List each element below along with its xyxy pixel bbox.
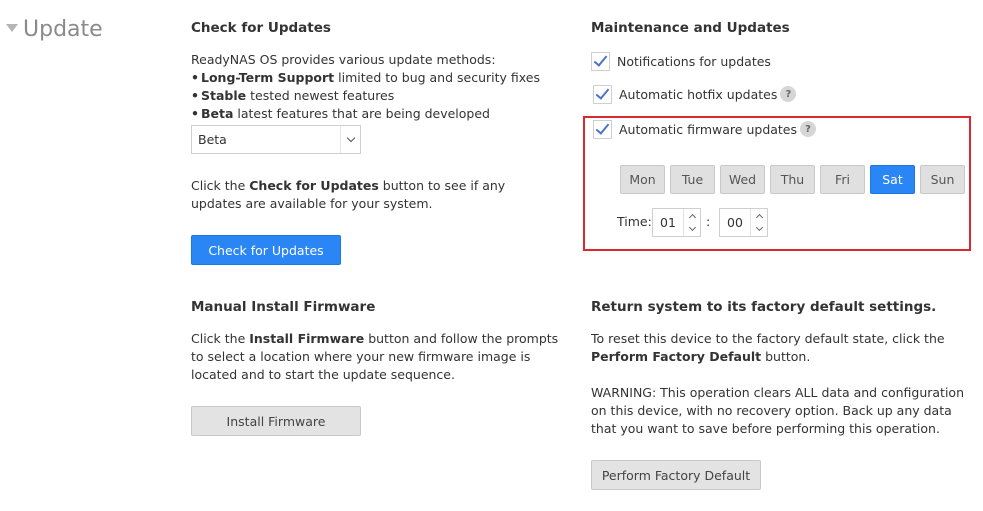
notifications-row[interactable]: Notifications for updates	[591, 50, 771, 72]
time-separator: :	[706, 214, 711, 229]
checkmark-icon	[593, 52, 608, 67]
hotfix-label: Automatic hotfix updates	[619, 86, 778, 102]
notifications-label: Notifications for updates	[617, 53, 771, 69]
maintenance-heading: Maintenance and Updates	[591, 20, 790, 36]
install-firmware-heading: Manual Install Firmware	[191, 299, 376, 315]
factory-default-heading: Return system to its factory default set…	[591, 299, 937, 315]
day-button-fri[interactable]: Fri	[820, 165, 865, 194]
minute-value[interactable]: 00	[720, 209, 750, 236]
method-item-beta: • Beta latest features that are being dev…	[191, 106, 490, 121]
update-methods-intro: ReadyNAS OS provides various update meth…	[191, 52, 496, 67]
chevron-down-icon	[688, 224, 696, 232]
factory-default-button[interactable]: Perform Factory Default	[591, 460, 761, 490]
check-updates-help: Click the Check for Updates button to se…	[191, 178, 506, 211]
method-name: Stable	[201, 88, 247, 103]
chevron-down-icon	[346, 133, 355, 143]
hotfix-checkbox[interactable]	[593, 84, 612, 104]
checkmark-icon	[595, 120, 610, 135]
section-title: Update	[23, 16, 103, 42]
hotfix-row[interactable]: Automatic hotfix updates ?	[593, 83, 797, 105]
day-button-sun[interactable]: Sun	[920, 165, 965, 194]
factory-reset-help: To reset this device to the factory defa…	[591, 331, 945, 364]
minute-spinner[interactable]: 00	[719, 208, 768, 237]
selected-method-value: Beta	[198, 132, 227, 147]
install-firmware-help: Click the Install Firmware button and fo…	[191, 331, 559, 382]
method-name: Beta	[201, 106, 234, 121]
hour-up-button[interactable]	[684, 209, 700, 223]
hour-down-button[interactable]	[684, 223, 700, 237]
collapse-triangle-icon[interactable]	[6, 23, 18, 32]
notifications-checkbox[interactable]	[591, 51, 610, 71]
factory-warning-text: WARNING: This operation clears ALL data …	[591, 385, 964, 436]
method-desc: latest features that are being developed	[233, 106, 490, 121]
check-updates-heading: Check for Updates	[191, 20, 331, 36]
method-desc: limited to bug and security fixes	[334, 70, 540, 85]
day-button-mon[interactable]: Mon	[620, 165, 665, 194]
dropdown-arrow[interactable]	[340, 126, 360, 153]
chevron-up-icon	[755, 213, 763, 221]
chevron-up-icon	[688, 213, 696, 221]
day-button-sat[interactable]: Sat	[870, 165, 915, 194]
help-icon[interactable]: ?	[800, 121, 817, 137]
checkmark-icon	[595, 85, 610, 100]
day-button-wed[interactable]: Wed	[720, 165, 765, 194]
firmware-label: Automatic firmware updates	[619, 121, 798, 137]
help-icon[interactable]: ?	[780, 86, 797, 102]
minute-down-button[interactable]	[751, 223, 767, 237]
firmware-row[interactable]: Automatic firmware updates ?	[593, 118, 817, 140]
day-button-thu[interactable]: Thu	[770, 165, 815, 194]
check-updates-button[interactable]: Check for Updates	[191, 235, 341, 265]
update-method-select[interactable]: Beta	[191, 125, 361, 154]
section-header[interactable]: Update	[6, 12, 103, 46]
method-name: Long-Term Support	[201, 70, 335, 85]
install-firmware-button[interactable]: Install Firmware	[191, 406, 361, 436]
time-label: Time:	[617, 214, 652, 229]
hour-value[interactable]: 01	[653, 209, 683, 236]
method-item-stable: • Stable tested newest features	[191, 88, 395, 103]
chevron-down-icon	[755, 224, 763, 232]
method-item-lts: • Long-Term Support limited to bug and se…	[191, 70, 540, 85]
firmware-checkbox[interactable]	[593, 119, 612, 139]
hour-spinner[interactable]: 01	[652, 208, 701, 237]
method-desc: tested newest features	[246, 88, 395, 103]
day-button-tue[interactable]: Tue	[670, 165, 715, 194]
minute-up-button[interactable]	[751, 209, 767, 223]
